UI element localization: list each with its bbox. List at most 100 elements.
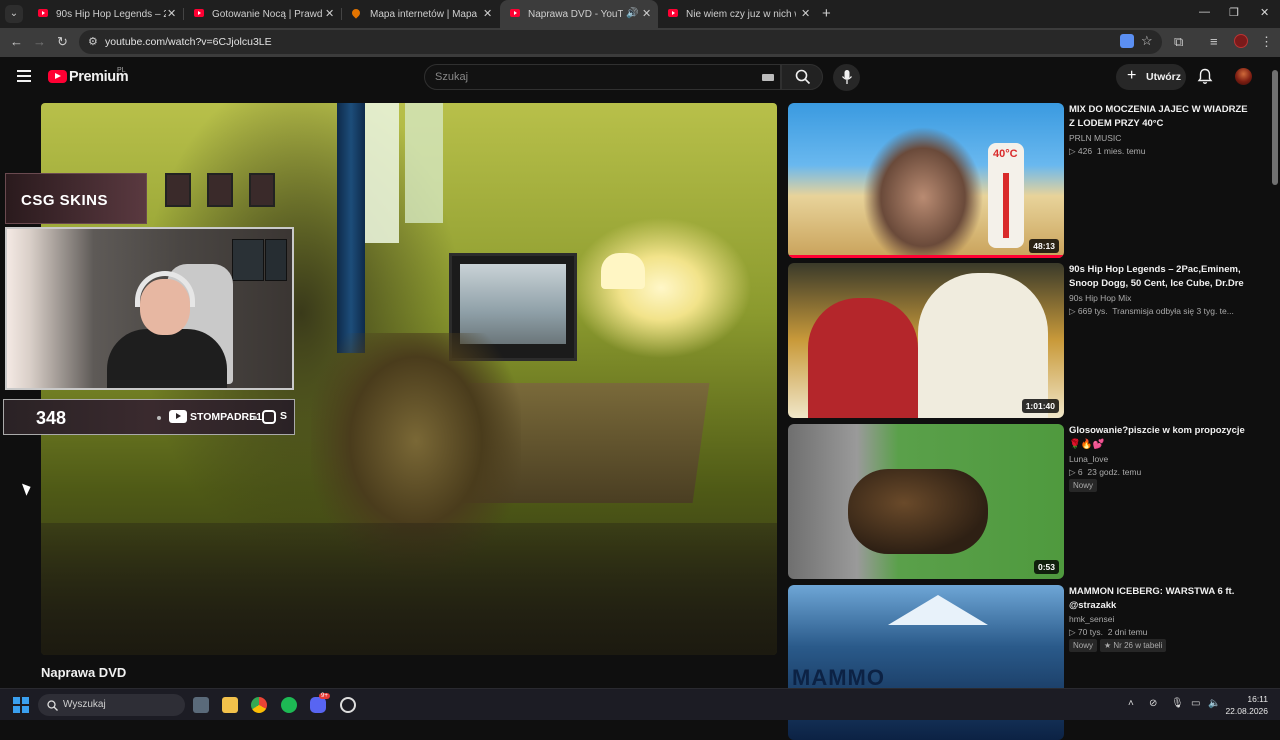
tab-title: Nie wiem czy juz w nich wjezdz — [686, 9, 796, 20]
window-light — [359, 103, 399, 243]
video-meta: ▷ 669 tys. Transmisja odbyła się 3 tyg. … — [1069, 306, 1234, 317]
recommendation-item[interactable]: 40°C 48:13 MIX DO MOCZENIA JAJEC W WIADR… — [788, 103, 1258, 259]
tab-hip-hop-legends[interactable]: 90s Hip Hop Legends – 2Pac,Eminem ✕ — [28, 0, 184, 28]
taskbar-search[interactable]: Wyszukaj — [38, 694, 185, 716]
discord-notification-badge: 9+ — [319, 693, 330, 699]
separator-dot — [157, 416, 161, 420]
recommendation-title[interactable]: 90s Hip Hop Legends – 2Pac,Eminem, Snoop… — [1069, 263, 1249, 290]
instagram-handle-fragment: S — [280, 410, 288, 422]
monitor-screen — [460, 264, 566, 344]
duration-badge: 48:13 — [1029, 239, 1059, 253]
search-input[interactable]: Szukaj — [424, 64, 781, 90]
video-thumbnail[interactable]: 0:53 — [788, 424, 1064, 579]
extensions-icon[interactable]: ⧉ — [1174, 34, 1183, 50]
site-info-icon[interactable]: ⚙ — [88, 35, 98, 48]
clock-time[interactable]: 16:11 — [1228, 694, 1268, 704]
tab-title: Gotowanie Nocą | Prawdziwy W — [212, 9, 322, 20]
iceberg-graphic — [888, 595, 988, 625]
channel-name[interactable]: hmk_sensei — [1069, 614, 1114, 624]
reload-icon[interactable]: ↻ — [57, 34, 68, 50]
close-icon[interactable]: ✕ — [801, 7, 810, 20]
discord-icon[interactable] — [310, 697, 326, 713]
recommendation-item[interactable]: 0:53 Glosowanie?piszcie w kom propozycje… — [788, 424, 1258, 580]
create-button[interactable]: + Utwórz — [1116, 64, 1186, 90]
tab-mapa-internetow[interactable]: Mapa internetów | Mapa interne ✕ — [342, 0, 500, 28]
instagram-icon — [262, 410, 276, 424]
trending-label: Nr 26 w tabeli — [1113, 641, 1163, 650]
tab-search-button[interactable]: ⌄ — [5, 5, 23, 23]
file-explorer-icon[interactable] — [222, 697, 238, 713]
hamburger-menu-icon[interactable] — [17, 70, 31, 82]
browser-menu-icon[interactable]: ⋮ — [1260, 34, 1273, 50]
tab-naprawa-dvd[interactable]: Naprawa DVD - YouTube 🔊 ✕ — [500, 0, 658, 28]
close-icon[interactable]: ✕ — [642, 7, 651, 20]
new-tab-button[interactable]: + — [822, 5, 831, 22]
profile-avatar-icon[interactable] — [1234, 34, 1248, 48]
recommendation-item[interactable]: MAMMO MAMMON ICEBERG: WARSTWA 6 ft. @str… — [788, 585, 1258, 740]
address-bar[interactable]: ⚙ youtube.com/watch?v=6CJjolcu3LE ☆ — [79, 30, 1162, 54]
video-meta: ▷ 70 tys. 2 dni temu — [1069, 627, 1147, 638]
page-scrollbar[interactable] — [1272, 70, 1278, 185]
tray-chevron-icon[interactable]: ˄ — [1128, 698, 1134, 709]
close-icon[interactable]: ✕ — [483, 7, 492, 20]
play-icon: ▷ — [1069, 146, 1078, 156]
search-button[interactable] — [781, 64, 823, 90]
media-controls-icon[interactable]: ≡ — [1210, 34, 1218, 49]
display-icon[interactable]: ▭ — [1191, 698, 1200, 709]
video-meta: ▷ 426 1 mies. temu — [1069, 146, 1145, 157]
account-avatar[interactable] — [1235, 68, 1252, 85]
new-badge: Nowy — [1069, 479, 1098, 492]
window-close-icon[interactable]: ✕ — [1260, 6, 1269, 19]
speaker-icon[interactable]: 🔊 — [626, 8, 638, 19]
bookmark-star-icon[interactable]: ☆ — [1141, 33, 1153, 49]
task-view-icon[interactable] — [193, 697, 209, 713]
channel-handle: STOMPADRE1 — [190, 411, 262, 423]
video-thumbnail[interactable]: 1:01:40 — [788, 263, 1064, 418]
steam-icon[interactable] — [340, 697, 356, 713]
tab-nie-wiem[interactable]: Nie wiem czy juz w nich wjezdz ✕ — [658, 0, 816, 28]
voice-search-button[interactable] — [833, 64, 860, 91]
windows-taskbar: Wyszukaj 9+ ˄ ⊘ 🎙 ▭ 🔈 16:11 22.08.2026 — [0, 688, 1280, 720]
channel-name[interactable]: 90s Hip Hop Mix — [1069, 293, 1131, 303]
close-icon[interactable]: ✕ — [325, 7, 334, 20]
spotify-icon[interactable] — [281, 697, 297, 713]
duration-badge: 0:53 — [1033, 560, 1059, 574]
recommendation-title[interactable]: Glosowanie?piszcie w kom propozycje 🌹🔥💕 — [1069, 424, 1249, 451]
recommendation-title[interactable]: MAMMON ICEBERG: WARSTWA 6 ft. @strazakk — [1069, 585, 1249, 612]
duration-badge: 1:01:40 — [1021, 399, 1059, 413]
microphone-tray-icon[interactable]: 🎙 — [1171, 698, 1184, 709]
notifications-bell-icon[interactable] — [1197, 68, 1213, 85]
counter-value: 348 — [36, 408, 67, 428]
country-code: PL — [117, 67, 126, 74]
chrome-icon[interactable] — [251, 697, 267, 713]
minimize-icon[interactable]: — — [1199, 6, 1210, 18]
thermometer-graphic: 40°C — [988, 143, 1024, 248]
upload-age: 1 mies. temu — [1096, 146, 1146, 156]
desk-lamp — [601, 253, 645, 289]
streamer-webcam — [5, 227, 294, 390]
back-icon[interactable]: ← — [10, 34, 23, 49]
close-icon[interactable]: ✕ — [167, 7, 176, 20]
url-text[interactable]: youtube.com/watch?v=6CJjolcu3LE — [105, 36, 272, 48]
recommendation-title[interactable]: MIX DO MOCZENIA JAJEC W WIADRZE Z LODEM … — [1069, 103, 1249, 130]
room-posters — [121, 173, 321, 233]
thumbnail-figure — [918, 273, 1048, 418]
plus-icon: + — [1127, 67, 1137, 84]
channel-name[interactable]: Luna_love — [1069, 454, 1108, 464]
youtube-icon — [38, 9, 48, 17]
video-meta: ▷ 6 23 godz. temu — [1069, 467, 1141, 478]
clock-date[interactable]: 22.08.2026 — [1218, 706, 1268, 716]
view-count: 70 tys. — [1077, 627, 1103, 637]
video-thumbnail[interactable]: 40°C 48:13 — [788, 103, 1064, 258]
recommendation-item[interactable]: 1:01:40 90s Hip Hop Legends – 2Pac,Emine… — [788, 263, 1258, 419]
network-off-icon[interactable]: ⊘ — [1149, 698, 1157, 709]
keyboard-icon[interactable] — [762, 74, 774, 81]
channel-name[interactable]: PRLN MUSIC — [1069, 133, 1121, 143]
translate-icon[interactable] — [1120, 34, 1134, 48]
youtube-icon — [169, 410, 187, 423]
forward-icon[interactable]: → — [33, 34, 46, 49]
tab-gotowanie-noca[interactable]: Gotowanie Nocą | Prawdziwy W ✕ — [184, 0, 342, 28]
play-icon: ▷ — [1069, 627, 1078, 637]
restore-icon[interactable]: ❐ — [1229, 6, 1239, 19]
windows-start-icon[interactable] — [13, 697, 29, 713]
